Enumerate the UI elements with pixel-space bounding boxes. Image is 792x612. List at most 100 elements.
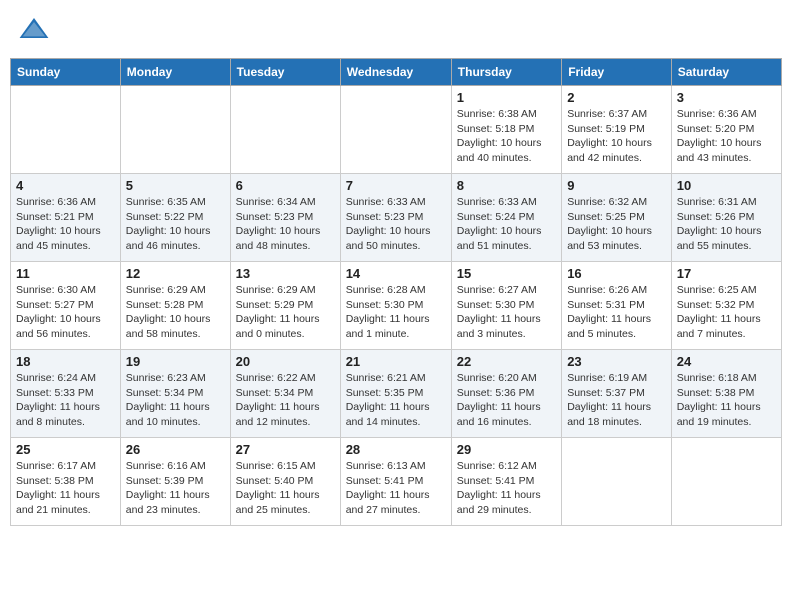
- day-number: 1: [457, 90, 556, 105]
- day-number: 15: [457, 266, 556, 281]
- calendar-cell: 10 Sunrise: 6:31 AM Sunset: 5:26 PM Dayli…: [671, 174, 781, 262]
- calendar-cell: 24 Sunrise: 6:18 AM Sunset: 5:38 PM Dayli…: [671, 350, 781, 438]
- day-info: Sunrise: 6:37 AM Sunset: 5:19 PM Dayligh…: [567, 107, 666, 166]
- calendar-cell: 2 Sunrise: 6:37 AM Sunset: 5:19 PM Daylig…: [562, 86, 672, 174]
- dow-header: Monday: [120, 59, 230, 86]
- calendar-cell: [671, 438, 781, 526]
- calendar-cell: 23 Sunrise: 6:19 AM Sunset: 5:37 PM Dayli…: [562, 350, 672, 438]
- page-header: [10, 10, 782, 50]
- day-info: Sunrise: 6:36 AM Sunset: 5:20 PM Dayligh…: [677, 107, 776, 166]
- calendar-cell: 25Sunrise: 6:17 AM Sunset: 5:38 PM Dayli…: [11, 438, 121, 526]
- calendar-cell: [562, 438, 672, 526]
- day-info: Sunrise: 6:31 AM Sunset: 5:26 PM Dayligh…: [677, 195, 776, 254]
- calendar-cell: 1 Sunrise: 6:38 AM Sunset: 5:18 PM Daylig…: [451, 86, 561, 174]
- day-info: Sunrise: 6:33 AM Sunset: 5:24 PM Dayligh…: [457, 195, 556, 254]
- calendar-cell: 27 Sunrise: 6:15 AM Sunset: 5:40 PM Dayli…: [230, 438, 340, 526]
- calendar-cell: 8Sunrise: 6:33 AM Sunset: 5:24 PM Daylig…: [451, 174, 561, 262]
- calendar-cell: 18Sunrise: 6:24 AM Sunset: 5:33 PM Dayli…: [11, 350, 121, 438]
- day-info: Sunrise: 6:13 AM Sunset: 5:41 PM Dayligh…: [346, 459, 446, 518]
- calendar-cell: 16 Sunrise: 6:26 AM Sunset: 5:31 PM Dayli…: [562, 262, 672, 350]
- day-number: 23: [567, 354, 666, 369]
- calendar-week-row: 25Sunrise: 6:17 AM Sunset: 5:38 PM Dayli…: [11, 438, 782, 526]
- calendar-body: 1 Sunrise: 6:38 AM Sunset: 5:18 PM Daylig…: [11, 86, 782, 526]
- calendar: SundayMondayTuesdayWednesdayThursdayFrid…: [10, 58, 782, 526]
- calendar-cell: 3 Sunrise: 6:36 AM Sunset: 5:20 PM Daylig…: [671, 86, 781, 174]
- calendar-cell: 15 Sunrise: 6:27 AM Sunset: 5:30 PM Dayli…: [451, 262, 561, 350]
- calendar-cell: [120, 86, 230, 174]
- calendar-cell: 6 Sunrise: 6:34 AM Sunset: 5:23 PM Daylig…: [230, 174, 340, 262]
- day-info: Sunrise: 6:18 AM Sunset: 5:38 PM Dayligh…: [677, 371, 776, 430]
- dow-header: Sunday: [11, 59, 121, 86]
- day-number: 12: [126, 266, 225, 281]
- calendar-week-row: 1 Sunrise: 6:38 AM Sunset: 5:18 PM Daylig…: [11, 86, 782, 174]
- calendar-cell: 7 Sunrise: 6:33 AM Sunset: 5:23 PM Daylig…: [340, 174, 451, 262]
- day-info: Sunrise: 6:12 AM Sunset: 5:41 PM Dayligh…: [457, 459, 556, 518]
- day-info: Sunrise: 6:28 AM Sunset: 5:30 PM Dayligh…: [346, 283, 446, 342]
- day-info: Sunrise: 6:20 AM Sunset: 5:36 PM Dayligh…: [457, 371, 556, 430]
- day-number: 3: [677, 90, 776, 105]
- calendar-cell: 14Sunrise: 6:28 AM Sunset: 5:30 PM Dayli…: [340, 262, 451, 350]
- day-number: 13: [236, 266, 335, 281]
- day-number: 16: [567, 266, 666, 281]
- day-number: 11: [16, 266, 115, 281]
- day-number: 28: [346, 442, 446, 457]
- day-info: Sunrise: 6:19 AM Sunset: 5:37 PM Dayligh…: [567, 371, 666, 430]
- calendar-cell: 21 Sunrise: 6:21 AM Sunset: 5:35 PM Dayli…: [340, 350, 451, 438]
- day-number: 27: [236, 442, 335, 457]
- day-number: 22: [457, 354, 556, 369]
- day-number: 24: [677, 354, 776, 369]
- day-info: Sunrise: 6:26 AM Sunset: 5:31 PM Dayligh…: [567, 283, 666, 342]
- dow-header: Tuesday: [230, 59, 340, 86]
- day-number: 26: [126, 442, 225, 457]
- calendar-cell: 19Sunrise: 6:23 AM Sunset: 5:34 PM Dayli…: [120, 350, 230, 438]
- calendar-cell: 9 Sunrise: 6:32 AM Sunset: 5:25 PM Daylig…: [562, 174, 672, 262]
- day-info: Sunrise: 6:38 AM Sunset: 5:18 PM Dayligh…: [457, 107, 556, 166]
- day-info: Sunrise: 6:15 AM Sunset: 5:40 PM Dayligh…: [236, 459, 335, 518]
- day-info: Sunrise: 6:29 AM Sunset: 5:29 PM Dayligh…: [236, 283, 335, 342]
- calendar-week-row: 18Sunrise: 6:24 AM Sunset: 5:33 PM Dayli…: [11, 350, 782, 438]
- calendar-cell: 4 Sunrise: 6:36 AM Sunset: 5:21 PM Daylig…: [11, 174, 121, 262]
- logo-icon: [18, 14, 50, 46]
- day-number: 21: [346, 354, 446, 369]
- day-info: Sunrise: 6:30 AM Sunset: 5:27 PM Dayligh…: [16, 283, 115, 342]
- day-info: Sunrise: 6:36 AM Sunset: 5:21 PM Dayligh…: [16, 195, 115, 254]
- day-number: 9: [567, 178, 666, 193]
- day-info: Sunrise: 6:33 AM Sunset: 5:23 PM Dayligh…: [346, 195, 446, 254]
- day-number: 17: [677, 266, 776, 281]
- day-info: Sunrise: 6:29 AM Sunset: 5:28 PM Dayligh…: [126, 283, 225, 342]
- day-info: Sunrise: 6:22 AM Sunset: 5:34 PM Dayligh…: [236, 371, 335, 430]
- day-number: 20: [236, 354, 335, 369]
- calendar-cell: 26 Sunrise: 6:16 AM Sunset: 5:39 PM Dayli…: [120, 438, 230, 526]
- calendar-cell: [230, 86, 340, 174]
- calendar-cell: 11 Sunrise: 6:30 AM Sunset: 5:27 PM Dayli…: [11, 262, 121, 350]
- day-number: 7: [346, 178, 446, 193]
- day-info: Sunrise: 6:35 AM Sunset: 5:22 PM Dayligh…: [126, 195, 225, 254]
- day-number: 4: [16, 178, 115, 193]
- calendar-cell: 20 Sunrise: 6:22 AM Sunset: 5:34 PM Dayli…: [230, 350, 340, 438]
- dow-header: Friday: [562, 59, 672, 86]
- day-number: 6: [236, 178, 335, 193]
- calendar-week-row: 11 Sunrise: 6:30 AM Sunset: 5:27 PM Dayli…: [11, 262, 782, 350]
- day-info: Sunrise: 6:21 AM Sunset: 5:35 PM Dayligh…: [346, 371, 446, 430]
- calendar-cell: 22 Sunrise: 6:20 AM Sunset: 5:36 PM Dayli…: [451, 350, 561, 438]
- day-number: 29: [457, 442, 556, 457]
- calendar-cell: 17Sunrise: 6:25 AM Sunset: 5:32 PM Dayli…: [671, 262, 781, 350]
- dow-header: Saturday: [671, 59, 781, 86]
- day-number: 18: [16, 354, 115, 369]
- day-info: Sunrise: 6:34 AM Sunset: 5:23 PM Dayligh…: [236, 195, 335, 254]
- calendar-cell: 13 Sunrise: 6:29 AM Sunset: 5:29 PM Dayli…: [230, 262, 340, 350]
- calendar-cell: 29 Sunrise: 6:12 AM Sunset: 5:41 PM Dayli…: [451, 438, 561, 526]
- logo: [18, 14, 54, 46]
- calendar-cell: 28 Sunrise: 6:13 AM Sunset: 5:41 PM Dayli…: [340, 438, 451, 526]
- day-info: Sunrise: 6:32 AM Sunset: 5:25 PM Dayligh…: [567, 195, 666, 254]
- day-info: Sunrise: 6:17 AM Sunset: 5:38 PM Dayligh…: [16, 459, 115, 518]
- calendar-cell: [11, 86, 121, 174]
- dow-header: Thursday: [451, 59, 561, 86]
- day-info: Sunrise: 6:16 AM Sunset: 5:39 PM Dayligh…: [126, 459, 225, 518]
- day-number: 10: [677, 178, 776, 193]
- day-number: 2: [567, 90, 666, 105]
- day-number: 19: [126, 354, 225, 369]
- day-number: 5: [126, 178, 225, 193]
- day-info: Sunrise: 6:27 AM Sunset: 5:30 PM Dayligh…: [457, 283, 556, 342]
- days-of-week-row: SundayMondayTuesdayWednesdayThursdayFrid…: [11, 59, 782, 86]
